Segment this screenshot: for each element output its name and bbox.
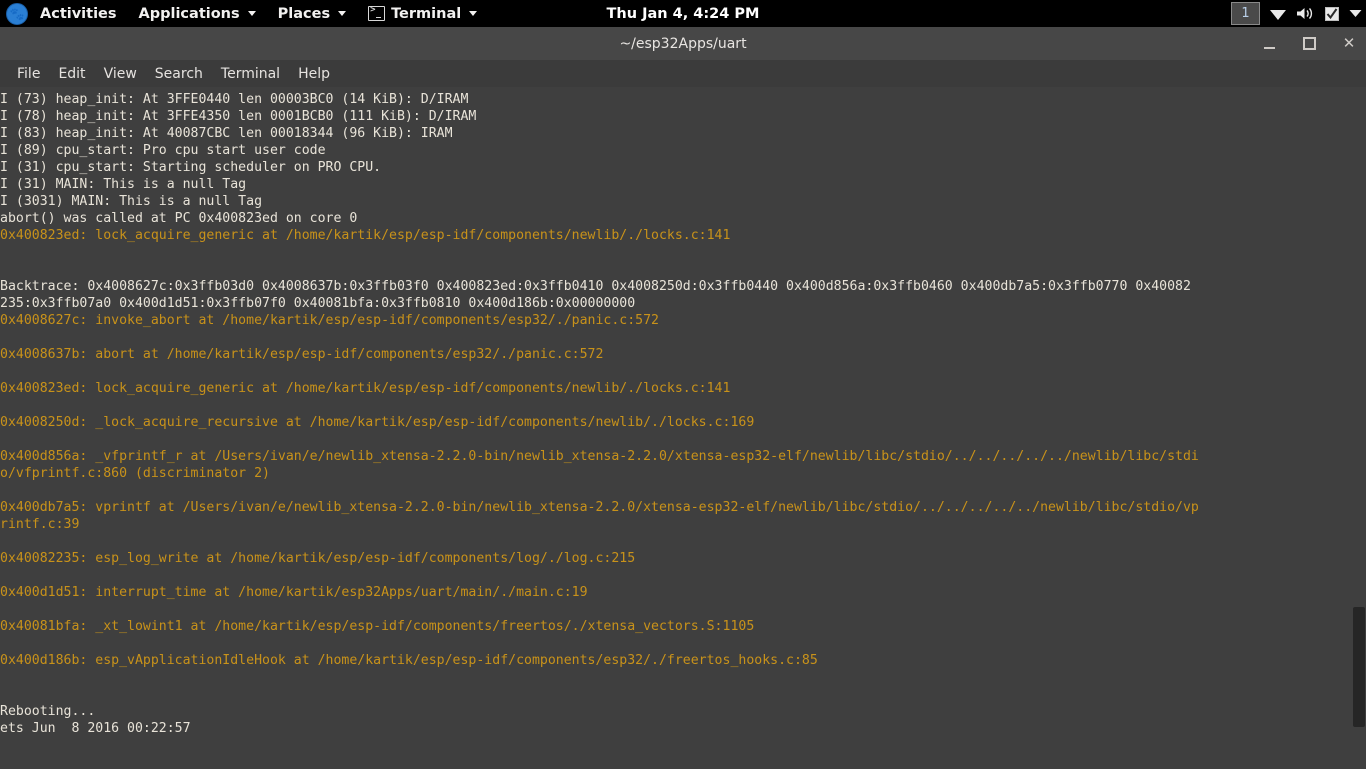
panel-menu-places-label: Places — [277, 5, 331, 22]
terminal-line: 0x4008250d: _lock_acquire_recursive at /… — [0, 415, 755, 430]
terminal-line: 0x400d186b: esp_vApplicationIdleHook at … — [0, 653, 818, 668]
terminal-line: I (78) heap_init: At 3FFE4350 len 0001BC… — [0, 109, 477, 124]
panel-window-terminal-label: Terminal — [391, 5, 462, 22]
terminal-icon — [368, 5, 386, 21]
menu-terminal[interactable]: Terminal — [212, 63, 289, 85]
terminal-line: 0x400d856a: _vfprintf_r at /Users/ivan/e… — [0, 449, 1199, 464]
terminal-line: 0x400d1d51: interrupt_time at /home/kart… — [0, 585, 588, 600]
terminal-line: abort() was called at PC 0x400823ed on c… — [0, 211, 358, 226]
terminal-window: ~/esp32Apps/uart ✕ File Edit View Search… — [0, 27, 1366, 769]
terminal-line: I (31) cpu_start: Starting scheduler on … — [0, 160, 382, 175]
terminal-line: I (3031) MAIN: This is a null Tag — [0, 194, 263, 209]
volume-icon[interactable] — [1296, 6, 1315, 21]
close-button[interactable]: ✕ — [1340, 35, 1358, 53]
terminal-output-area[interactable]: I (73) heap_init: At 3FFE0440 len 00003B… — [0, 87, 1366, 769]
terminal-line: 0x400db7a5: vprintf at /Users/ivan/e/new… — [0, 500, 1199, 515]
workspace-number: 1 — [1241, 6, 1250, 21]
chevron-down-icon — [469, 11, 478, 16]
mate-logo-circle: 🐾 — [6, 2, 28, 25]
terminal-line: I (73) heap_init: At 3FFE0440 len 00003B… — [0, 92, 469, 107]
workspace-switcher[interactable]: 1 — [1231, 2, 1260, 25]
terminal-line: I (31) MAIN: This is a null Tag — [0, 177, 247, 192]
menu-edit[interactable]: Edit — [49, 63, 94, 85]
terminal-line: rintf.c:39 — [0, 517, 80, 532]
mate-foot-icon[interactable]: 🐾 — [5, 2, 29, 25]
terminal-line: 0x4008637b: abort at /home/kartik/esp/es… — [0, 347, 604, 362]
terminal-line: 0x400823ed: lock_acquire_generic at /hom… — [0, 381, 731, 396]
menu-view[interactable]: View — [95, 63, 146, 85]
terminal-line: I (83) heap_init: At 40087CBC len 000183… — [0, 126, 453, 141]
menu-search[interactable]: Search — [146, 63, 212, 85]
panel-menu-applications-label: Applications — [138, 5, 240, 22]
panel-right-group: 1 — [1231, 0, 1362, 27]
terminal-line: 235:0x3ffb07a0 0x400d1d51:0x3ffb07f0 0x4… — [0, 296, 636, 311]
terminal-scrollbar-thumb[interactable] — [1353, 607, 1365, 727]
foot-glyph: 🐾 — [9, 6, 25, 21]
window-controls: ✕ — [1260, 35, 1358, 53]
terminal-line: Rebooting... — [0, 704, 96, 719]
terminal-line: ets Jun 8 2016 00:22:57 — [0, 721, 191, 736]
terminal-line: 0x4008627c: invoke_abort at /home/kartik… — [0, 313, 659, 328]
menu-file[interactable]: File — [8, 63, 49, 85]
panel-menu-applications[interactable]: Applications — [129, 2, 266, 26]
chevron-down-icon — [247, 11, 256, 16]
terminal-line: Backtrace: 0x4008627c:0x3ffb03d0 0x40086… — [0, 279, 1191, 294]
panel-menu-places[interactable]: Places — [268, 2, 356, 26]
panel-menu-activities[interactable]: Activities — [30, 2, 127, 26]
wifi-icon[interactable] — [1269, 7, 1287, 21]
terminal-line: 0x40082235: esp_log_write at /home/karti… — [0, 551, 636, 566]
panel-menu-activities-label: Activities — [40, 5, 117, 22]
minimize-button[interactable] — [1260, 35, 1278, 53]
panel-left-group: 🐾 Activities Applications Places Termina… — [0, 0, 488, 27]
desktop-top-panel: 🐾 Activities Applications Places Termina… — [0, 0, 1366, 27]
terminal-line: 0x40081bfa: _xt_lowint1 at /home/kartik/… — [0, 619, 755, 634]
chevron-down-icon[interactable] — [1349, 9, 1362, 18]
updates-icon[interactable] — [1324, 6, 1340, 22]
panel-window-terminal[interactable]: Terminal — [358, 2, 487, 26]
window-title-bar[interactable]: ~/esp32Apps/uart ✕ — [0, 27, 1366, 61]
page-title: ~/esp32Apps/uart — [619, 35, 747, 52]
terminal-line: o/vfprintf.c:860 (discriminator 2) — [0, 466, 270, 481]
terminal-scrollbar[interactable] — [1352, 87, 1366, 769]
maximize-button[interactable] — [1300, 35, 1318, 53]
menu-bar: File Edit View Search Terminal Help — [0, 61, 1366, 87]
terminal-text-buffer: I (73) heap_init: At 3FFE0440 len 00003B… — [0, 87, 1199, 737]
terminal-line: 0x400823ed: lock_acquire_generic at /hom… — [0, 228, 731, 243]
chevron-down-icon — [338, 11, 347, 16]
menu-help[interactable]: Help — [289, 63, 339, 85]
terminal-line: I (89) cpu_start: Pro cpu start user cod… — [0, 143, 326, 158]
